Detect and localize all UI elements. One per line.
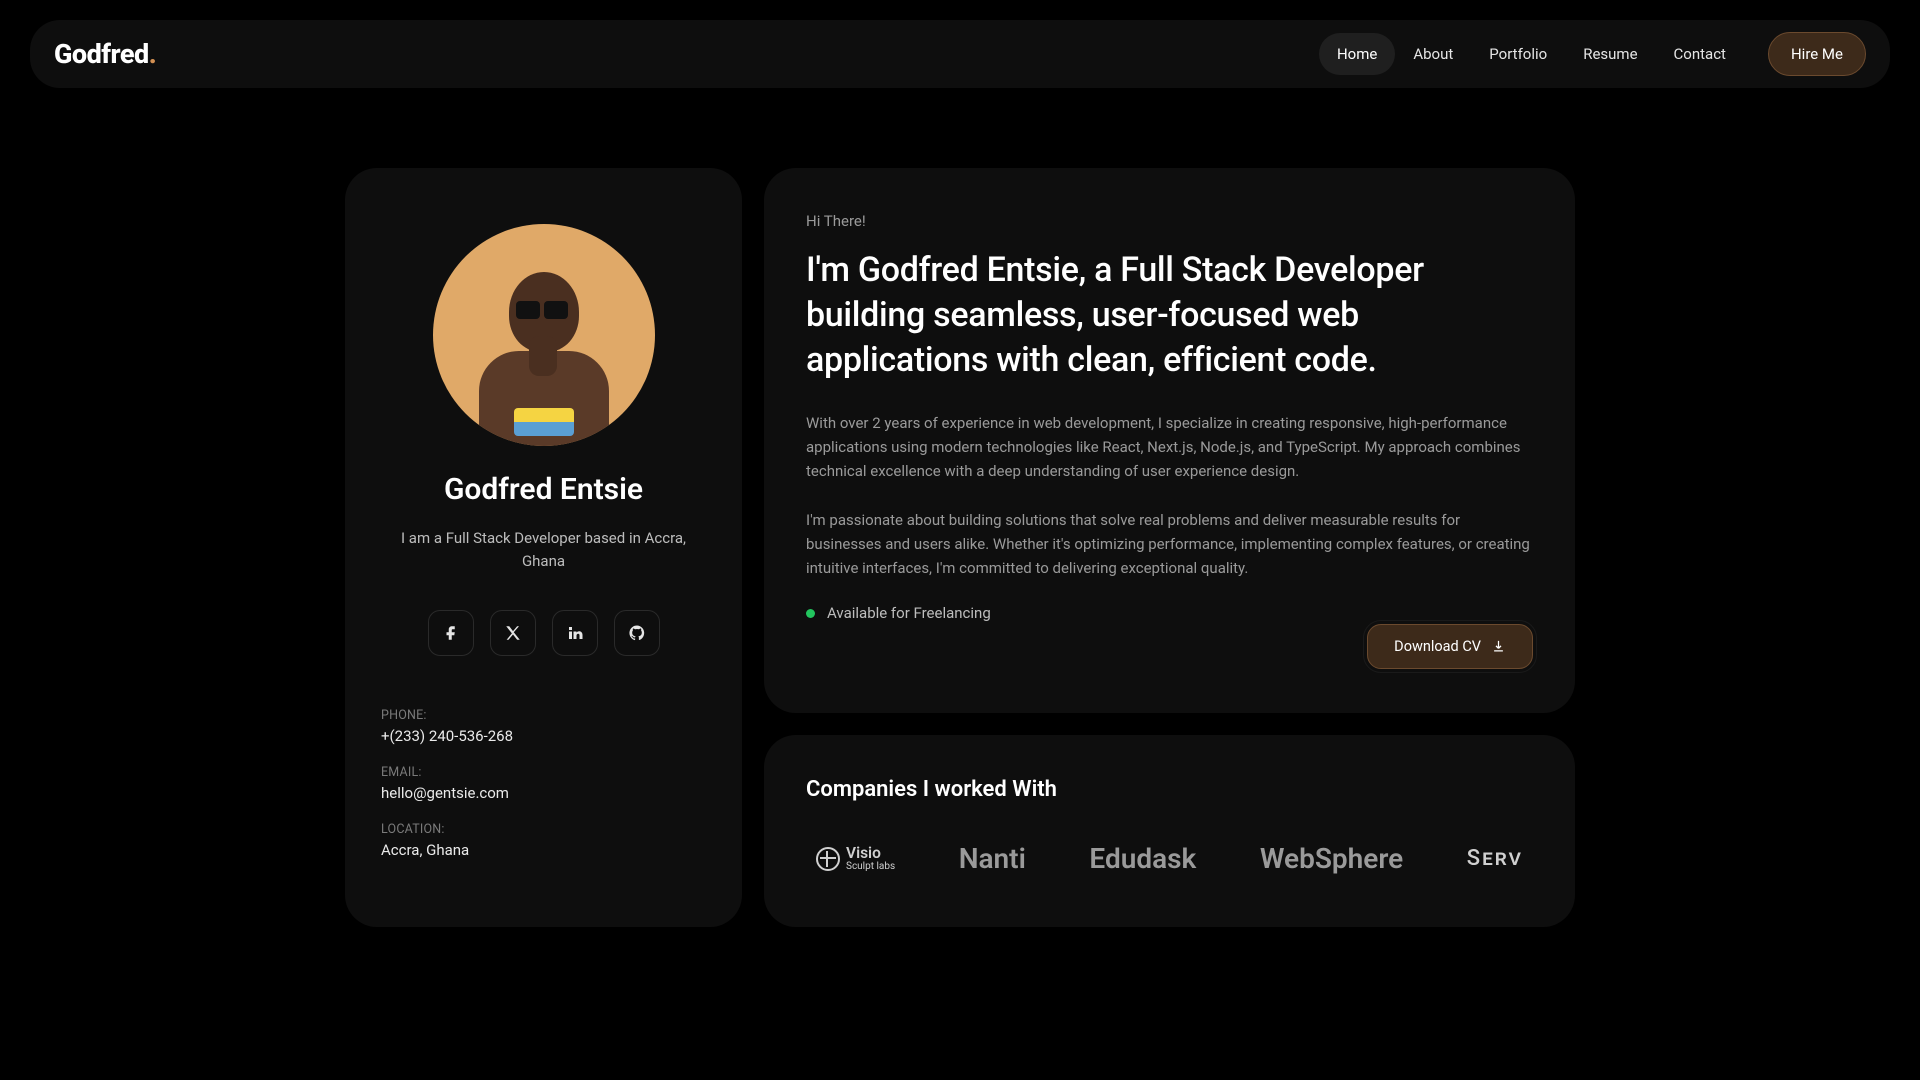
nav-links: Home About Portfolio Resume Contact	[1319, 33, 1744, 75]
avatar	[433, 224, 655, 446]
about-para-2: I'm passionate about building solutions …	[806, 508, 1533, 581]
location-label: LOCATION:	[381, 822, 706, 837]
x-twitter-icon[interactable]	[490, 610, 536, 656]
social-links	[428, 610, 660, 656]
contact-email: EMAIL: hello@gentsie.com	[381, 765, 706, 802]
greeting: Hi There!	[806, 212, 1533, 230]
brand-logo[interactable]: Godfred.	[54, 38, 156, 70]
globe-icon	[816, 847, 840, 871]
download-icon	[1491, 639, 1506, 654]
status-dot-icon	[806, 609, 815, 618]
phone-label: PHONE:	[381, 708, 706, 723]
availability-row: Available for Freelancing	[806, 604, 1533, 622]
facebook-icon[interactable]	[428, 610, 474, 656]
main-content: Godfred Entsie I am a Full Stack Develop…	[345, 168, 1575, 927]
profile-card: Godfred Entsie I am a Full Stack Develop…	[345, 168, 742, 927]
hire-me-button[interactable]: Hire Me	[1768, 32, 1866, 76]
phone-value[interactable]: +(233) 240-536-268	[381, 727, 706, 745]
company-logo-websphere: WebSphere	[1260, 842, 1403, 875]
company-logo-edudask: Edudask	[1089, 842, 1196, 875]
linkedin-icon[interactable]	[552, 610, 598, 656]
nav-link-home[interactable]: Home	[1319, 33, 1395, 75]
nav-link-resume[interactable]: Resume	[1565, 33, 1655, 75]
location-value: Accra, Ghana	[381, 841, 706, 859]
right-column: Hi There! I'm Godfred Entsie, a Full Sta…	[764, 168, 1575, 927]
nav-link-portfolio[interactable]: Portfolio	[1471, 33, 1565, 75]
contact-list: PHONE: +(233) 240-536-268 EMAIL: hello@g…	[381, 708, 706, 879]
company-logo-nanti: Nanti	[959, 842, 1026, 875]
companies-card: Companies I worked With Visio Sculpt lab…	[764, 735, 1575, 927]
brand-dot: .	[149, 38, 157, 70]
contact-location: LOCATION: Accra, Ghana	[381, 822, 706, 859]
download-cv-label: Download CV	[1394, 638, 1481, 655]
headline: I'm Godfred Entsie, a Full Stack Develop…	[806, 248, 1533, 383]
nav-link-about[interactable]: About	[1395, 33, 1471, 75]
company-logo-row: Visio Sculpt labs Nanti Edudask WebSpher…	[806, 842, 1533, 875]
company-logo-visio: Visio Sculpt labs	[816, 846, 895, 872]
profile-name: Godfred Entsie	[444, 472, 643, 507]
download-cv-button[interactable]: Download CV	[1367, 624, 1533, 669]
top-nav: Godfred. Home About Portfolio Resume Con…	[30, 20, 1890, 88]
github-icon[interactable]	[614, 610, 660, 656]
about-para-1: With over 2 years of experience in web d…	[806, 411, 1533, 484]
profile-tagline: I am a Full Stack Developer based in Acc…	[381, 527, 706, 574]
about-card: Hi There! I'm Godfred Entsie, a Full Sta…	[764, 168, 1575, 713]
companies-title: Companies I worked With	[806, 777, 1533, 802]
email-value[interactable]: hello@gentsie.com	[381, 784, 706, 802]
nav-link-contact[interactable]: Contact	[1656, 33, 1744, 75]
email-label: EMAIL:	[381, 765, 706, 780]
contact-phone: PHONE: +(233) 240-536-268	[381, 708, 706, 745]
nav-right: Home About Portfolio Resume Contact Hire…	[1319, 32, 1866, 76]
availability-text: Available for Freelancing	[827, 604, 991, 622]
brand-name: Godfred	[54, 38, 149, 70]
company-logo-serv: Serv	[1467, 846, 1523, 871]
